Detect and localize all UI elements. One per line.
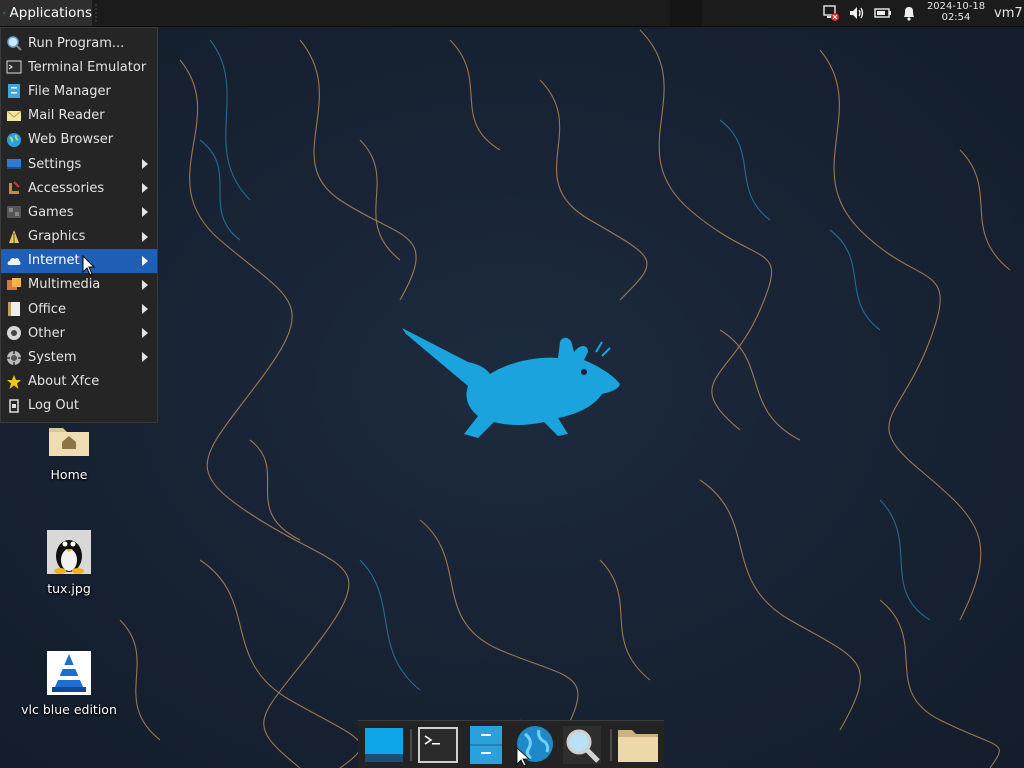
submenu-arrow-icon xyxy=(142,255,148,266)
menu-item-label: Graphics xyxy=(28,229,86,245)
menu-item-multimedia[interactable]: Multimedia xyxy=(1,273,157,297)
menu-item-internet[interactable]: Internet xyxy=(1,248,157,273)
menu-item-graphics[interactable]: Graphics xyxy=(1,225,157,249)
dock-separator xyxy=(610,729,612,761)
submenu-arrow-icon xyxy=(142,352,148,363)
dock-web-browser[interactable] xyxy=(512,723,556,767)
clock-date: 2024-10-18 xyxy=(926,1,986,12)
logout-icon xyxy=(9,399,19,413)
desktop-icon-home[interactable]: Home xyxy=(14,424,124,482)
mouse-cursor-icon xyxy=(82,255,96,276)
dock-file-manager[interactable] xyxy=(464,723,508,767)
submenu-arrow-icon xyxy=(142,279,148,290)
menu-item-file-manager[interactable]: File Manager xyxy=(1,79,157,103)
desktop-icon-tux[interactable]: tux.jpg xyxy=(14,530,124,596)
menu-item-accessories[interactable]: Accessories xyxy=(1,176,157,200)
applications-menu: Run Program... Terminal Emulator File Ma… xyxy=(0,27,158,423)
desktop-icon-vlc[interactable]: vlc blue edition xyxy=(14,651,124,717)
dock-separator xyxy=(410,729,412,761)
menu-item-log-out[interactable]: Log Out xyxy=(1,394,157,418)
menu-item-label: About Xfce xyxy=(28,374,100,390)
menu-item-games[interactable]: Games xyxy=(1,200,157,224)
top-panel: Applications 2024-10-18 02:54 vm7 xyxy=(0,0,1024,27)
user-name[interactable]: vm7 xyxy=(990,6,1024,21)
menu-item-about-xfce[interactable]: About Xfce xyxy=(1,370,157,394)
file-manager-icon xyxy=(470,726,502,764)
file-manager-icon xyxy=(8,84,20,99)
menu-item-label: File Manager xyxy=(28,83,111,99)
menu-item-label: System xyxy=(28,350,77,366)
submenu-arrow-icon xyxy=(142,304,148,315)
menu-item-label: Log Out xyxy=(28,398,79,414)
submenu-arrow-icon xyxy=(142,328,148,339)
mail-icon xyxy=(6,110,22,121)
menu-item-label: Multimedia xyxy=(28,277,101,293)
menu-item-label: Run Program... xyxy=(28,35,125,51)
applications-menu-button[interactable]: Applications xyxy=(0,0,92,26)
submenu-arrow-icon xyxy=(142,231,148,242)
menu-item-label: Settings xyxy=(28,156,82,172)
menu-item-web-browser[interactable]: Web Browser xyxy=(1,128,157,152)
folder-icon xyxy=(618,730,658,762)
xfce-logo-icon xyxy=(3,11,6,15)
menu-item-run-program[interactable]: Run Program... xyxy=(1,31,157,55)
dock-app-finder[interactable] xyxy=(560,723,604,767)
menu-item-other[interactable]: Other xyxy=(1,321,157,345)
menu-item-label: Games xyxy=(28,204,74,220)
multimedia-icon xyxy=(7,277,21,290)
clock-time: 02:54 xyxy=(941,12,971,23)
xfce-mouse-logo xyxy=(402,328,620,438)
desktop-icon-label: tux.jpg xyxy=(47,581,91,596)
dock-folder[interactable] xyxy=(616,723,660,767)
home-folder-icon xyxy=(49,428,89,456)
menu-item-label: Internet xyxy=(28,253,80,269)
run-program-icon xyxy=(7,36,22,51)
menu-item-system[interactable]: System xyxy=(1,345,157,369)
dock-terminal[interactable] xyxy=(416,723,460,767)
network-disconnected-icon[interactable] xyxy=(818,0,844,26)
menu-item-mail-reader[interactable]: Mail Reader xyxy=(1,104,157,128)
submenu-arrow-icon xyxy=(142,207,148,218)
menu-item-label: Accessories xyxy=(28,180,105,196)
dock-show-desktop[interactable] xyxy=(362,723,406,767)
applications-label: Applications xyxy=(9,5,92,21)
menu-item-label: Office xyxy=(28,301,66,317)
other-icon xyxy=(7,326,21,341)
web-browser-icon xyxy=(7,132,21,147)
app-finder-icon xyxy=(563,726,601,764)
notification-bell-icon[interactable] xyxy=(896,0,922,26)
games-icon xyxy=(7,206,21,219)
panel-tasklist-area[interactable] xyxy=(670,0,702,26)
menu-item-label: Terminal Emulator xyxy=(28,59,147,75)
terminal-icon xyxy=(6,60,22,74)
menu-item-label: Web Browser xyxy=(28,132,114,148)
battery-icon[interactable] xyxy=(870,0,896,26)
desktop-icon-label: vlc blue edition xyxy=(21,702,117,717)
settings-icon xyxy=(7,159,21,170)
bottom-dock xyxy=(358,720,664,768)
desktop-icon-label: Home xyxy=(50,467,88,482)
graphics-icon xyxy=(9,229,19,243)
tux-image-icon xyxy=(47,530,91,574)
system-icon xyxy=(7,350,21,365)
panel-clock[interactable]: 2024-10-18 02:54 xyxy=(922,0,990,26)
internet-icon xyxy=(7,257,21,265)
menu-item-office[interactable]: Office xyxy=(1,297,157,321)
web-browser-icon xyxy=(516,726,553,766)
show-desktop-icon xyxy=(365,728,403,762)
menu-item-label: Other xyxy=(28,325,65,341)
panel-separator xyxy=(92,3,100,23)
accessories-icon xyxy=(9,181,20,195)
vlc-icon xyxy=(47,651,91,695)
volume-icon[interactable] xyxy=(844,0,870,26)
menu-item-label: Mail Reader xyxy=(28,108,105,124)
star-icon xyxy=(7,374,21,389)
submenu-arrow-icon xyxy=(142,183,148,194)
menu-item-settings[interactable]: Settings xyxy=(1,152,157,176)
menu-item-terminal[interactable]: Terminal Emulator xyxy=(1,55,157,79)
system-tray: 2024-10-18 02:54 vm7 xyxy=(818,0,1024,26)
office-icon xyxy=(8,302,20,317)
submenu-arrow-icon xyxy=(142,158,148,169)
terminal-icon xyxy=(418,727,458,763)
